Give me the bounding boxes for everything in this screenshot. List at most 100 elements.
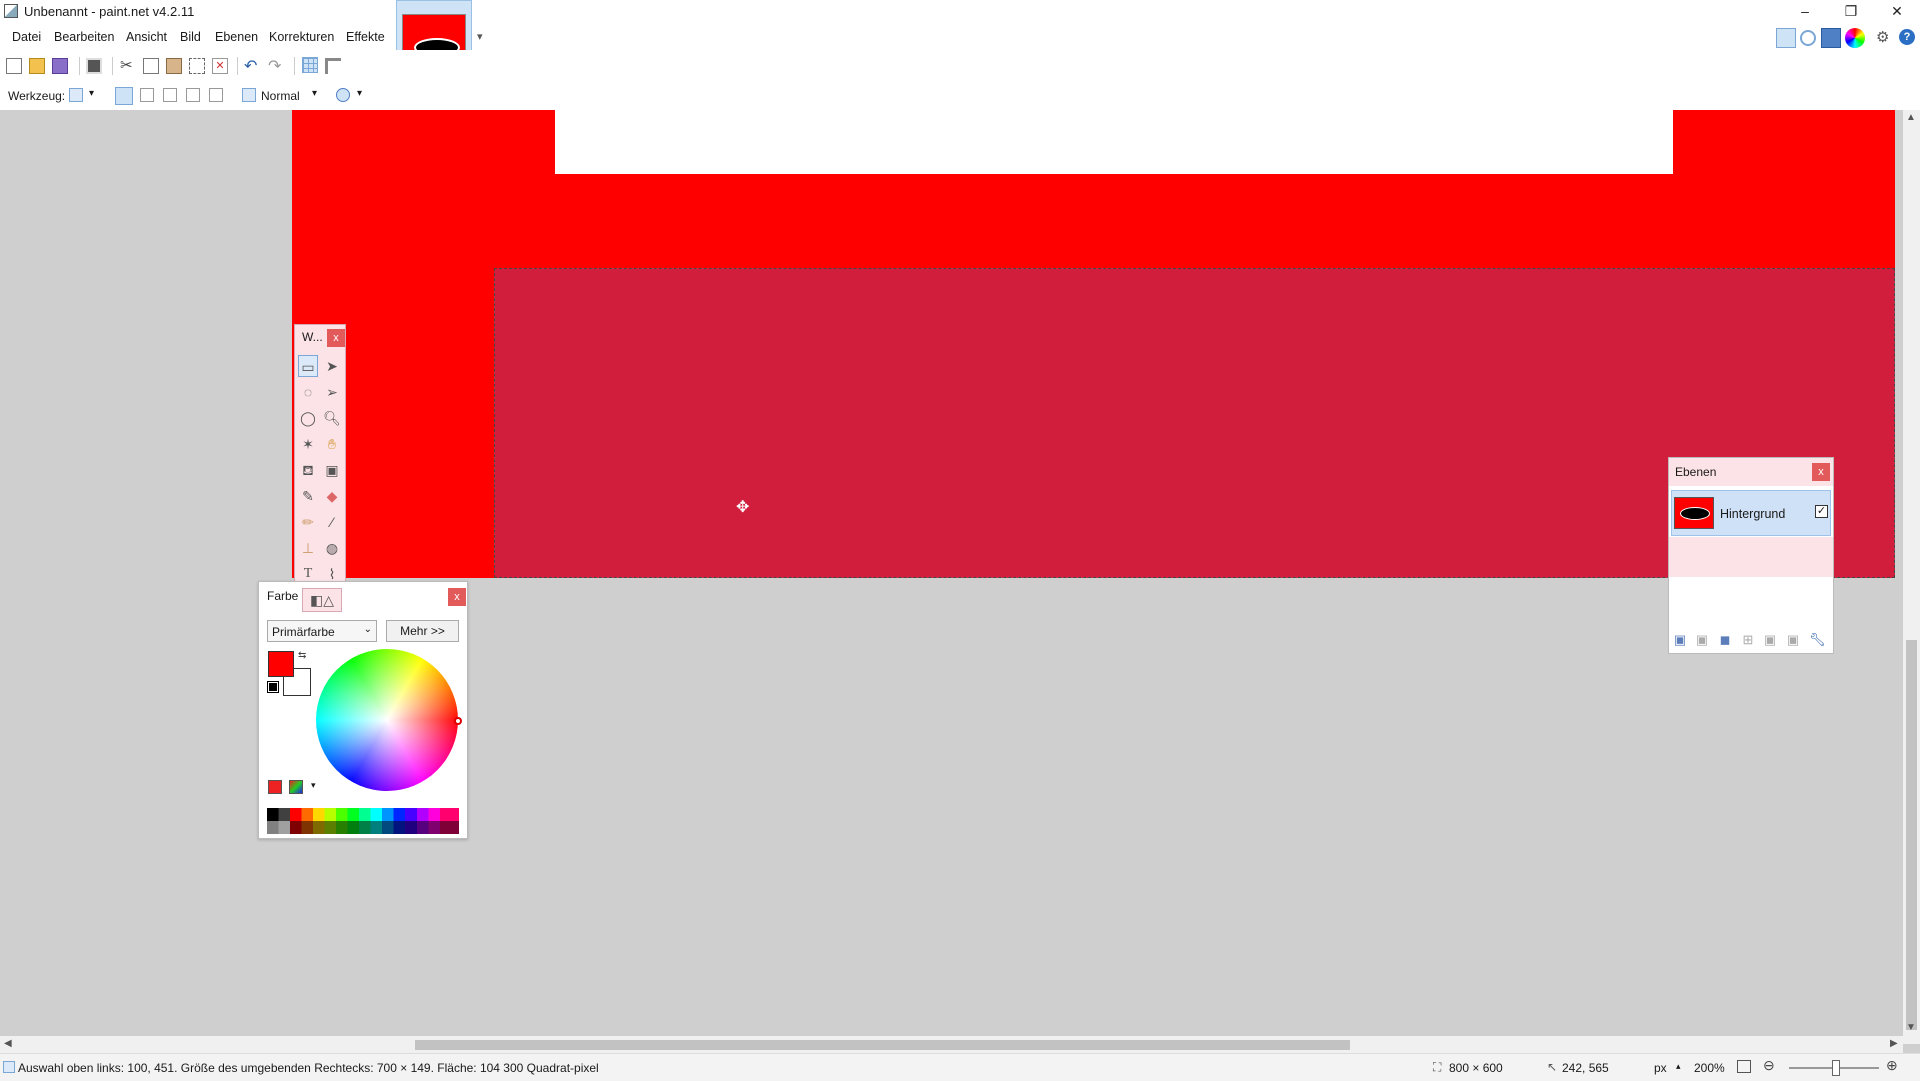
redo-icon[interactable]: ↷ <box>268 56 281 76</box>
gradient-tool-icon[interactable]: ▣ <box>322 459 342 481</box>
tools-window-close-button[interactable]: x <box>327 329 345 347</box>
rulers-icon[interactable] <box>325 58 341 74</box>
move-layer-down-icon[interactable]: ▣ <box>1785 632 1801 648</box>
add-to-palette-icon[interactable] <box>268 780 282 794</box>
scroll-left-icon[interactable]: ◀ <box>4 1038 12 1049</box>
primary-color-swatch[interactable] <box>268 651 294 677</box>
layer-visibility-checkbox[interactable]: ✓ <box>1815 505 1828 518</box>
color-wheel-handle[interactable] <box>454 717 462 725</box>
current-tool-icon[interactable] <box>69 88 83 102</box>
layer-name: Hintergrund <box>1720 507 1786 521</box>
close-button[interactable]: ✕ <box>1874 0 1920 24</box>
tab-list-dropdown[interactable]: ▾ <box>477 30 483 43</box>
colors-window-close-button[interactable]: x <box>448 588 466 606</box>
antialias-dropdown-icon[interactable]: ▾ <box>357 88 362 99</box>
eraser-tool-icon[interactable]: ◆ <box>322 485 342 507</box>
zoom-value[interactable]: 200% <box>1694 1061 1725 1075</box>
menu-korrekturen[interactable]: Korrekturen <box>269 30 334 44</box>
zoom-tool-icon[interactable]: 🔍︎ <box>322 407 342 429</box>
copy-icon[interactable] <box>143 58 159 74</box>
reset-colors-icon[interactable] <box>267 681 279 693</box>
undo-icon[interactable]: ↶ <box>244 56 257 76</box>
move-selection-tool-icon[interactable]: ➢ <box>322 381 342 403</box>
palette-menu-icon[interactable] <box>289 780 303 794</box>
palette-dropdown-icon[interactable]: ▾ <box>311 780 316 791</box>
blend-mode-value[interactable]: Normal <box>261 89 300 103</box>
grid-icon[interactable] <box>302 57 318 73</box>
ellipse-select-tool-icon[interactable]: ◯ <box>298 407 318 429</box>
unit-select[interactable]: px <box>1654 1061 1667 1075</box>
menu-datei[interactable]: Datei <box>12 30 41 44</box>
selection-mode-intersect-icon[interactable] <box>186 88 200 102</box>
color-wheel[interactable] <box>316 649 458 791</box>
selection-mode-union-icon[interactable] <box>140 88 154 102</box>
selection-mode-replace-icon[interactable] <box>115 87 133 105</box>
history-toggle-icon[interactable] <box>1800 30 1816 46</box>
layers-window-close-button[interactable]: x <box>1812 463 1830 481</box>
maximize-button[interactable]: ❐ <box>1828 0 1874 24</box>
vertical-scroll-thumb[interactable] <box>1906 640 1917 1030</box>
paste-icon[interactable] <box>166 58 182 74</box>
zoom-in-icon[interactable]: ⊕ <box>1886 1057 1898 1074</box>
horizontal-scroll-thumb[interactable] <box>415 1040 1350 1050</box>
print-icon[interactable] <box>86 58 102 74</box>
zoom-to-window-icon[interactable] <box>1737 1060 1751 1073</box>
colors-toggle-icon[interactable] <box>1845 28 1865 48</box>
recolor-tool-icon[interactable]: ◍ <box>322 537 342 559</box>
paintbrush-tool-icon[interactable]: ✎ <box>298 485 318 507</box>
tool-dropdown-icon[interactable]: ▾ <box>89 88 94 99</box>
rectangle-select-tool-icon[interactable]: ▭ <box>298 355 318 377</box>
color-picker-tool-icon[interactable]: ⁄ <box>322 511 342 533</box>
blend-dropdown-icon[interactable]: ▾ <box>312 88 317 99</box>
open-folder-icon[interactable] <box>29 58 45 74</box>
zoom-out-icon[interactable]: ⊖ <box>1763 1057 1775 1074</box>
unit-dropdown-icon[interactable]: ▴ <box>1676 1061 1681 1072</box>
move-selected-tool-icon[interactable]: ➤ <box>322 355 342 377</box>
clone-stamp-tool-icon[interactable]: ⊥ <box>298 537 318 559</box>
color-mode-select[interactable]: Primärfarbe ⌄ <box>267 620 377 642</box>
menu-ebenen[interactable]: Ebenen <box>215 30 258 44</box>
app-icon <box>4 4 18 18</box>
save-icon[interactable] <box>52 58 68 74</box>
tool-label: Werkzeug: <box>8 89 66 103</box>
deselect-icon[interactable]: ✕ <box>212 58 228 74</box>
delete-layer-icon[interactable]: ▣ <box>1694 632 1710 648</box>
image-size-text: 800 × 600 <box>1449 1061 1503 1075</box>
toolbar-separator <box>112 57 113 75</box>
add-layer-icon[interactable]: ▣ <box>1672 632 1688 648</box>
cut-icon[interactable]: ✂ <box>120 56 133 74</box>
menu-bild[interactable]: Bild <box>180 30 201 44</box>
zoom-slider-thumb[interactable] <box>1832 1060 1840 1076</box>
new-file-icon[interactable] <box>6 58 22 74</box>
minimize-button[interactable]: – <box>1782 0 1828 24</box>
more-button[interactable]: Mehr >> <box>386 620 459 642</box>
paint-bucket-tool-icon[interactable]: ⛾ <box>298 459 318 481</box>
merge-layer-down-icon[interactable]: ⊞ <box>1740 632 1756 648</box>
selection-mode-invert-icon[interactable] <box>209 88 223 102</box>
pan-tool-icon[interactable]: ✋︎ <box>322 433 342 455</box>
menu-bearbeiten[interactable]: Bearbeiten <box>54 30 114 44</box>
scroll-right-icon[interactable]: ▶ <box>1890 1038 1898 1049</box>
magic-wand-tool-icon[interactable]: ✶ <box>298 433 318 455</box>
pencil-tool-icon[interactable]: ✏︎ <box>298 511 318 533</box>
menu-effekte[interactable]: Effekte <box>346 30 385 44</box>
menu-ansicht[interactable]: Ansicht <box>126 30 167 44</box>
swap-colors-icon[interactable]: ⇆ <box>298 650 306 661</box>
help-icon[interactable]: ? <box>1899 29 1915 45</box>
gear-icon[interactable]: ⚙ <box>1876 28 1889 46</box>
move-layer-up-icon[interactable]: ▣ <box>1762 632 1778 648</box>
duplicate-layer-icon[interactable]: ◼ <box>1717 632 1733 648</box>
toolbar-separator <box>237 57 238 75</box>
cursor-position-icon: ↖ <box>1547 1060 1558 1074</box>
antialias-icon[interactable] <box>336 88 350 102</box>
lasso-select-tool-icon[interactable]: ◌ <box>298 381 318 403</box>
layers-toggle-icon[interactable] <box>1821 28 1841 48</box>
color-palette[interactable] <box>267 808 459 834</box>
crop-icon[interactable] <box>189 58 205 74</box>
shapes-tool-icon[interactable]: ◧△ <box>302 588 342 612</box>
layer-properties-icon[interactable]: 🔧︎ <box>1809 632 1826 648</box>
scroll-down-icon[interactable]: ▼ <box>1906 1022 1916 1033</box>
scroll-up-icon[interactable]: ▲ <box>1906 112 1916 123</box>
tools-toggle-icon[interactable] <box>1776 28 1796 48</box>
selection-mode-exclude-icon[interactable] <box>163 88 177 102</box>
